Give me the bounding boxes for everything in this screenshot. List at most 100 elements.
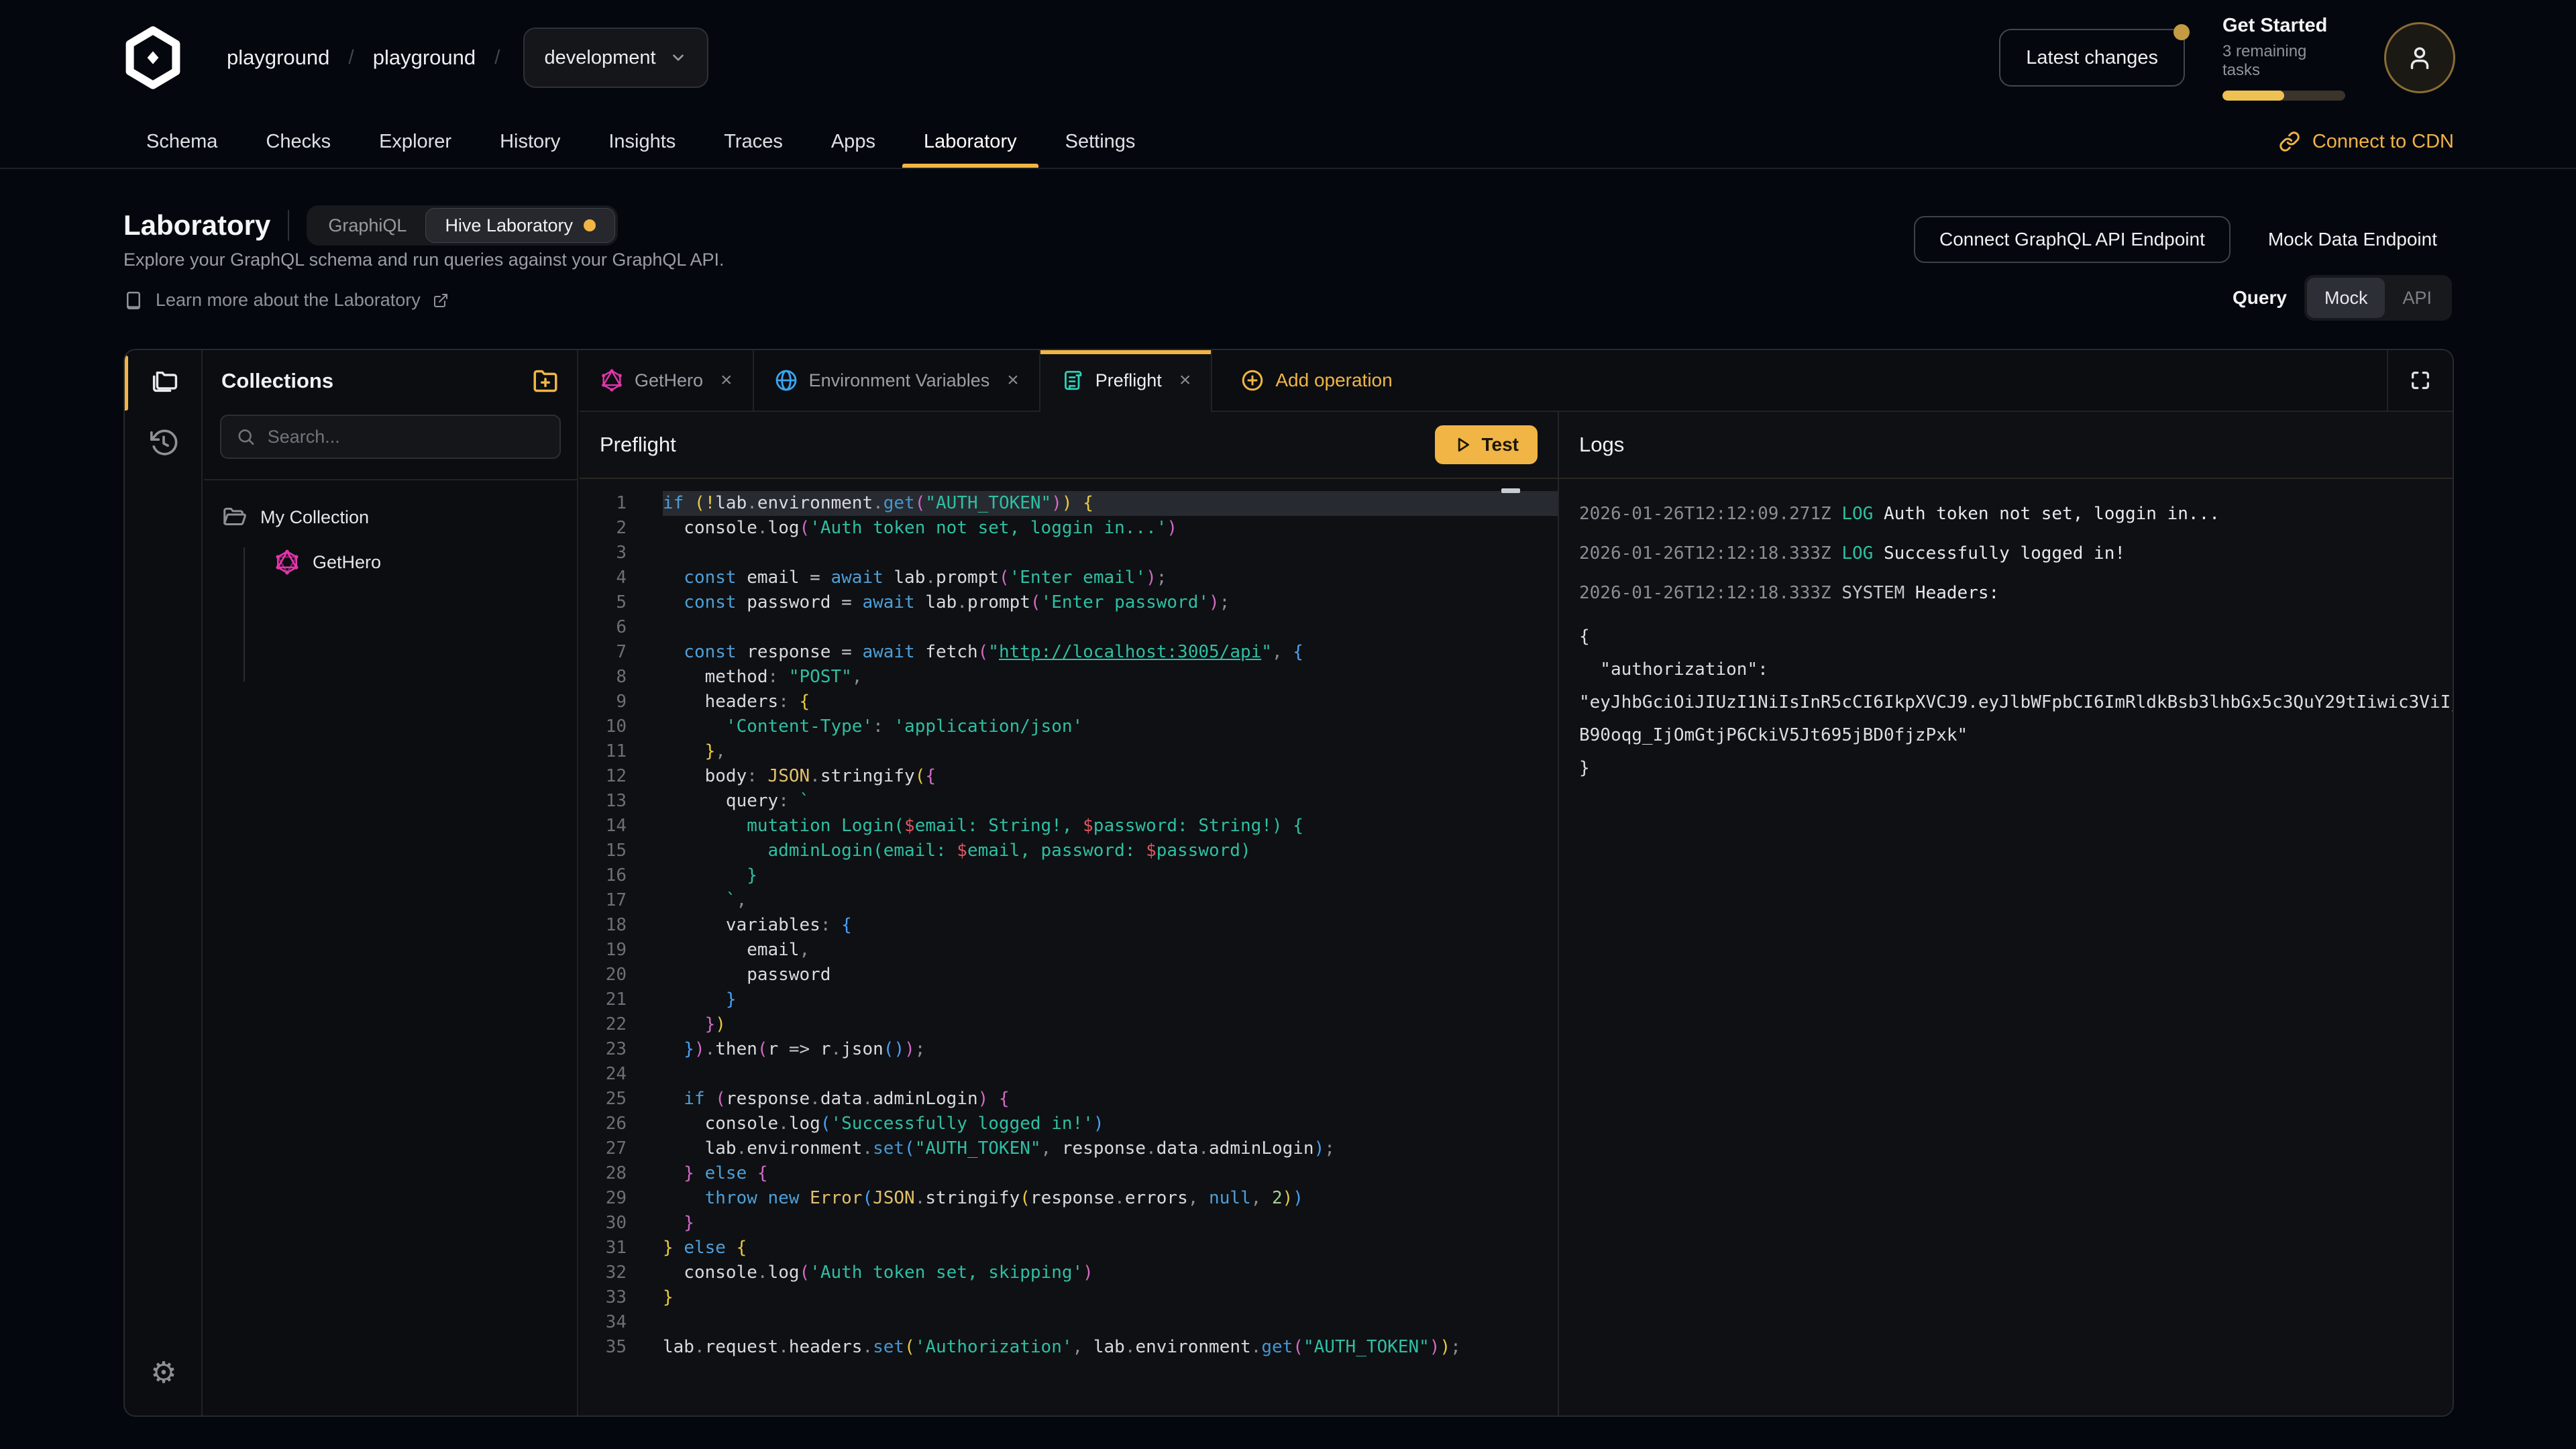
code-line[interactable]: 17 `, — [580, 888, 1558, 913]
history-rail-button[interactable] — [125, 412, 203, 474]
code-line[interactable]: 2 console.log('Auth token not set, loggi… — [580, 516, 1558, 541]
code-line[interactable]: 14 mutation Login($email: String!, $pass… — [580, 814, 1558, 839]
code-line[interactable]: 22 }) — [580, 1012, 1558, 1037]
logs-pane-header: Logs — [1559, 412, 2453, 479]
get-started-widget[interactable]: Get Started 3 remaining tasks — [2222, 15, 2347, 101]
code-line[interactable]: 26 console.log('Successfully logged in!'… — [580, 1112, 1558, 1136]
hero-actions: Connect GraphQL API Endpoint Mock Data E… — [1914, 216, 2437, 263]
mode-toggle: GraphiQLHive Laboratory — [307, 205, 618, 246]
breadcrumb-project[interactable]: playground — [373, 46, 476, 70]
code-line[interactable]: 4 const email = await lab.prompt('Enter … — [580, 566, 1558, 590]
code-line[interactable]: 33} — [580, 1285, 1558, 1310]
code-line[interactable]: 11 }, — [580, 739, 1558, 764]
nav-item-settings[interactable]: Settings — [1065, 115, 1136, 168]
collection-folder-label: My Collection — [260, 507, 369, 528]
collections-rail-button[interactable] — [125, 350, 203, 412]
close-icon[interactable]: × — [720, 369, 733, 392]
code-line[interactable]: 19 email, — [580, 938, 1558, 963]
code-line[interactable]: 9 headers: { — [580, 690, 1558, 714]
code-line[interactable]: 1if (!lab.environment.get("AUTH_TOKEN"))… — [580, 491, 1558, 516]
tab-gethero[interactable]: GetHero× — [580, 350, 754, 411]
code-line[interactable]: 6 — [580, 615, 1558, 640]
mode-option-hive-laboratory[interactable]: Hive Laboratory — [425, 208, 615, 243]
code-line[interactable]: 12 body: JSON.stringify({ — [580, 764, 1558, 789]
operation-item-gethero[interactable]: GetHero — [274, 549, 559, 576]
breadcrumb-org[interactable]: playground — [227, 46, 329, 70]
code-line[interactable]: 31} else { — [580, 1236, 1558, 1260]
nav-item-insights[interactable]: Insights — [608, 115, 676, 168]
icon-rail: ⚙ — [125, 350, 203, 1415]
test-button[interactable]: Test — [1435, 425, 1538, 464]
code-line[interactable]: 28 } else { — [580, 1161, 1558, 1186]
code-line[interactable]: 23 }).then(r => r.json()); — [580, 1037, 1558, 1062]
code-line[interactable]: 5 const password = await lab.prompt('Ent… — [580, 590, 1558, 615]
close-icon[interactable]: × — [1007, 369, 1019, 392]
log-raw-line: "authorization": — [1579, 653, 2453, 686]
learn-more-link[interactable]: Learn more about the Laboratory — [123, 290, 449, 311]
code-line[interactable]: 35lab.request.headers.set('Authorization… — [580, 1335, 1558, 1360]
preflight-code-editor[interactable]: 1if (!lab.environment.get("AUTH_TOKEN"))… — [580, 479, 1558, 1415]
code-line[interactable]: 29 throw new Error(JSON.stringify(respon… — [580, 1186, 1558, 1211]
nav-item-history[interactable]: History — [500, 115, 560, 168]
line-number: 17 — [580, 888, 627, 913]
get-started-subtitle: 3 remaining tasks — [2222, 42, 2347, 80]
user-avatar[interactable] — [2384, 22, 2455, 93]
close-icon[interactable]: × — [1179, 369, 1191, 392]
collection-search[interactable] — [220, 415, 561, 459]
code-line[interactable]: 18 variables: { — [580, 913, 1558, 938]
line-number: 2 — [580, 516, 627, 541]
code-line[interactable]: 25 if (response.data.adminLogin) { — [580, 1087, 1558, 1112]
query-mode-api[interactable]: API — [2385, 278, 2449, 318]
code-line[interactable]: 8 method: "POST", — [580, 665, 1558, 690]
nav-item-traces[interactable]: Traces — [724, 115, 783, 168]
add-operation-button[interactable]: Add operation — [1212, 350, 1420, 411]
settings-rail-button[interactable]: ⚙ — [125, 1342, 203, 1403]
logs-output[interactable]: 2026-01-26T12:12:09.271Z LOG Auth token … — [1559, 479, 2453, 1415]
nav-item-laboratory[interactable]: Laboratory — [924, 115, 1017, 168]
code-line[interactable]: 10 'Content-Type': 'application/json' — [580, 714, 1558, 739]
query-mode-mock[interactable]: Mock — [2307, 278, 2385, 318]
preflight-title: Preflight — [600, 433, 676, 457]
line-number: 16 — [580, 863, 627, 888]
target-selector[interactable]: development — [523, 28, 708, 88]
log-raw-line: { — [1579, 621, 2453, 653]
nav-item-apps[interactable]: Apps — [831, 115, 875, 168]
breadcrumb-separator: / — [348, 46, 354, 69]
tab-preflight[interactable]: Preflight × — [1040, 350, 1213, 411]
code-line[interactable]: 24 — [580, 1062, 1558, 1087]
connect-to-cdn-button[interactable]: Connect to CDN — [2279, 131, 2454, 153]
code-line[interactable]: 15 adminLogin(email: $email, password: $… — [580, 839, 1558, 863]
tab-environment-variables[interactable]: Environment Variables× — [754, 350, 1040, 411]
line-number: 23 — [580, 1037, 627, 1062]
code-line[interactable]: 7 const response = await fetch("http://l… — [580, 640, 1558, 665]
code-line[interactable]: 13 query: ` — [580, 789, 1558, 814]
code-line[interactable]: 30 } — [580, 1211, 1558, 1236]
line-code: } — [663, 1211, 1558, 1236]
mock-endpoint-button[interactable]: Mock Data Endpoint — [2268, 229, 2437, 250]
line-code: adminLogin(email: $email, password: $pas… — [663, 839, 1558, 863]
scrollbar-cursor-mark[interactable] — [1501, 488, 1520, 493]
search-input[interactable] — [268, 427, 545, 447]
new-collection-folder-plus-icon[interactable] — [531, 367, 559, 395]
code-line[interactable]: 27 lab.environment.set("AUTH_TOKEN", res… — [580, 1136, 1558, 1161]
code-line[interactable]: 32 console.log('Auth token set, skipping… — [580, 1260, 1558, 1285]
code-line[interactable]: 16 } — [580, 863, 1558, 888]
code-line[interactable]: 34 — [580, 1310, 1558, 1335]
mode-option-graphiql[interactable]: GraphiQL — [309, 208, 425, 243]
tab-label: Preflight — [1095, 370, 1162, 391]
nav-item-explorer[interactable]: Explorer — [379, 115, 451, 168]
hive-logo-icon[interactable] — [121, 25, 185, 90]
log-timestamp: 2026-01-26T12:12:09.271Z — [1579, 504, 1841, 524]
connect-endpoint-button[interactable]: Connect GraphQL API Endpoint — [1914, 216, 2231, 263]
graphql-icon — [274, 549, 301, 576]
code-line[interactable]: 3 — [580, 541, 1558, 566]
collection-folder-item[interactable]: My Collection — [221, 504, 559, 530]
nav-item-checks[interactable]: Checks — [266, 115, 331, 168]
fullscreen-button[interactable] — [2387, 350, 2453, 411]
latest-changes-button[interactable]: Latest changes — [1999, 29, 2185, 87]
nav-item-schema[interactable]: Schema — [146, 115, 217, 168]
line-code: const password = await lab.prompt('Enter… — [663, 590, 1558, 615]
line-number: 25 — [580, 1087, 627, 1112]
code-line[interactable]: 21 } — [580, 987, 1558, 1012]
code-line[interactable]: 20 password — [580, 963, 1558, 987]
